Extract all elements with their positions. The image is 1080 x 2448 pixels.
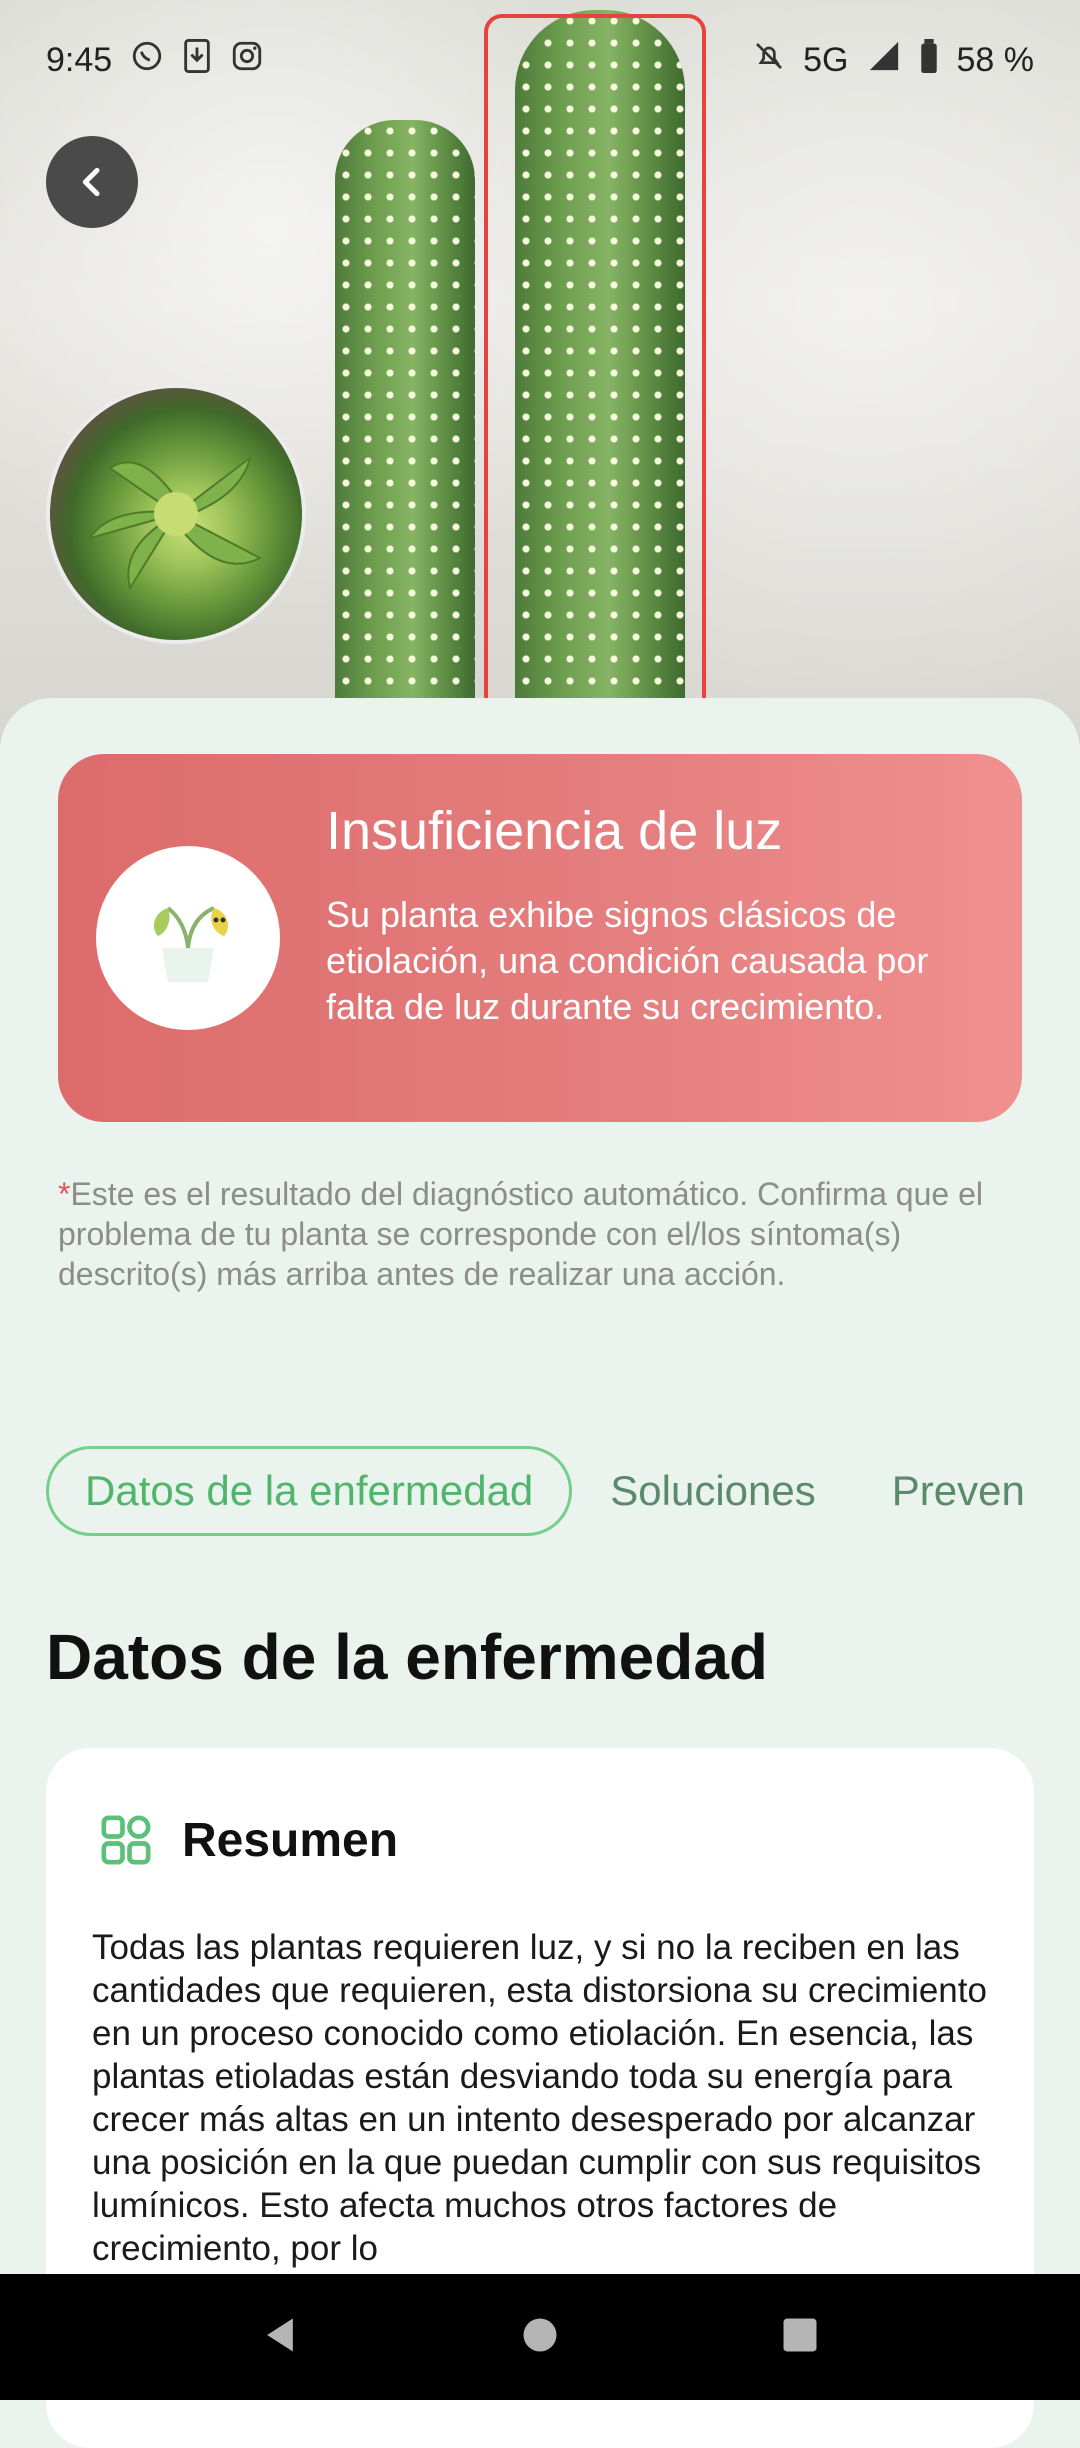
- nav-home-button[interactable]: [518, 2313, 562, 2362]
- download-icon: [182, 39, 212, 81]
- status-bar: 9:45 5G 58 %: [0, 0, 1080, 120]
- triangle-back-icon: [267, 2318, 293, 2351]
- summary-title: Resumen: [182, 1813, 399, 1867]
- tab-disease-data[interactable]: Datos de la enfermedad: [46, 1446, 573, 1536]
- network-type: 5G: [803, 40, 849, 79]
- battery-icon: [919, 39, 939, 81]
- etiolated-plant-icon: [96, 846, 280, 1030]
- diagnosis-title: Insuficiencia de luz: [326, 801, 783, 861]
- cactus-stem-left: [335, 120, 475, 760]
- battery-percent: 58 %: [956, 40, 1035, 79]
- whatsapp-icon: [130, 39, 164, 81]
- disclaimer-body: Este es el resultado del diagnóstico aut…: [58, 1176, 983, 1292]
- instagram-icon: [230, 39, 264, 81]
- tab-prevention[interactable]: Preven: [854, 1446, 1063, 1536]
- disclaimer-asterisk: *: [58, 1176, 71, 1212]
- plant-thumbnail[interactable]: [46, 384, 306, 644]
- tab-bar: Datos de la enfermedad Soluciones Preven: [46, 1444, 1063, 1538]
- status-left: 9:45: [46, 39, 264, 81]
- succulent-image: [87, 455, 263, 591]
- diagnosis-card: Insuficiencia de luz Su planta exhibe si…: [58, 754, 1022, 1122]
- square-recents-icon: [783, 2318, 817, 2351]
- section-title: Datos de la enfermedad: [46, 1621, 768, 1693]
- circle-home-icon: [523, 2318, 557, 2351]
- disclaimer-text: *Este es el resultado del diagnóstico au…: [58, 1174, 1018, 1294]
- system-nav-bar: [0, 2274, 1080, 2400]
- nav-back-button[interactable]: [258, 2313, 302, 2362]
- bell-off-icon: [753, 39, 785, 81]
- grid-icon: [101, 1815, 151, 1865]
- nav-recents-button[interactable]: [778, 2313, 822, 2362]
- diagnosis-sheet: Insuficiencia de luz Su planta exhibe si…: [0, 698, 1080, 2448]
- signal-icon: [867, 39, 901, 81]
- summary-text: Todas las plantas requieren luz, y si no…: [92, 1928, 987, 2268]
- detection-box: [484, 14, 706, 754]
- tab-solutions[interactable]: Soluciones: [572, 1446, 853, 1536]
- chevron-left-icon: [82, 167, 100, 197]
- status-time: 9:45: [46, 40, 113, 79]
- diagnosis-description: Su planta exhibe signos clásicos de etio…: [326, 894, 929, 1027]
- status-right: 5G 58 %: [753, 39, 1034, 81]
- summary-header: Resumen: [98, 1812, 398, 1868]
- back-button[interactable]: [46, 136, 138, 228]
